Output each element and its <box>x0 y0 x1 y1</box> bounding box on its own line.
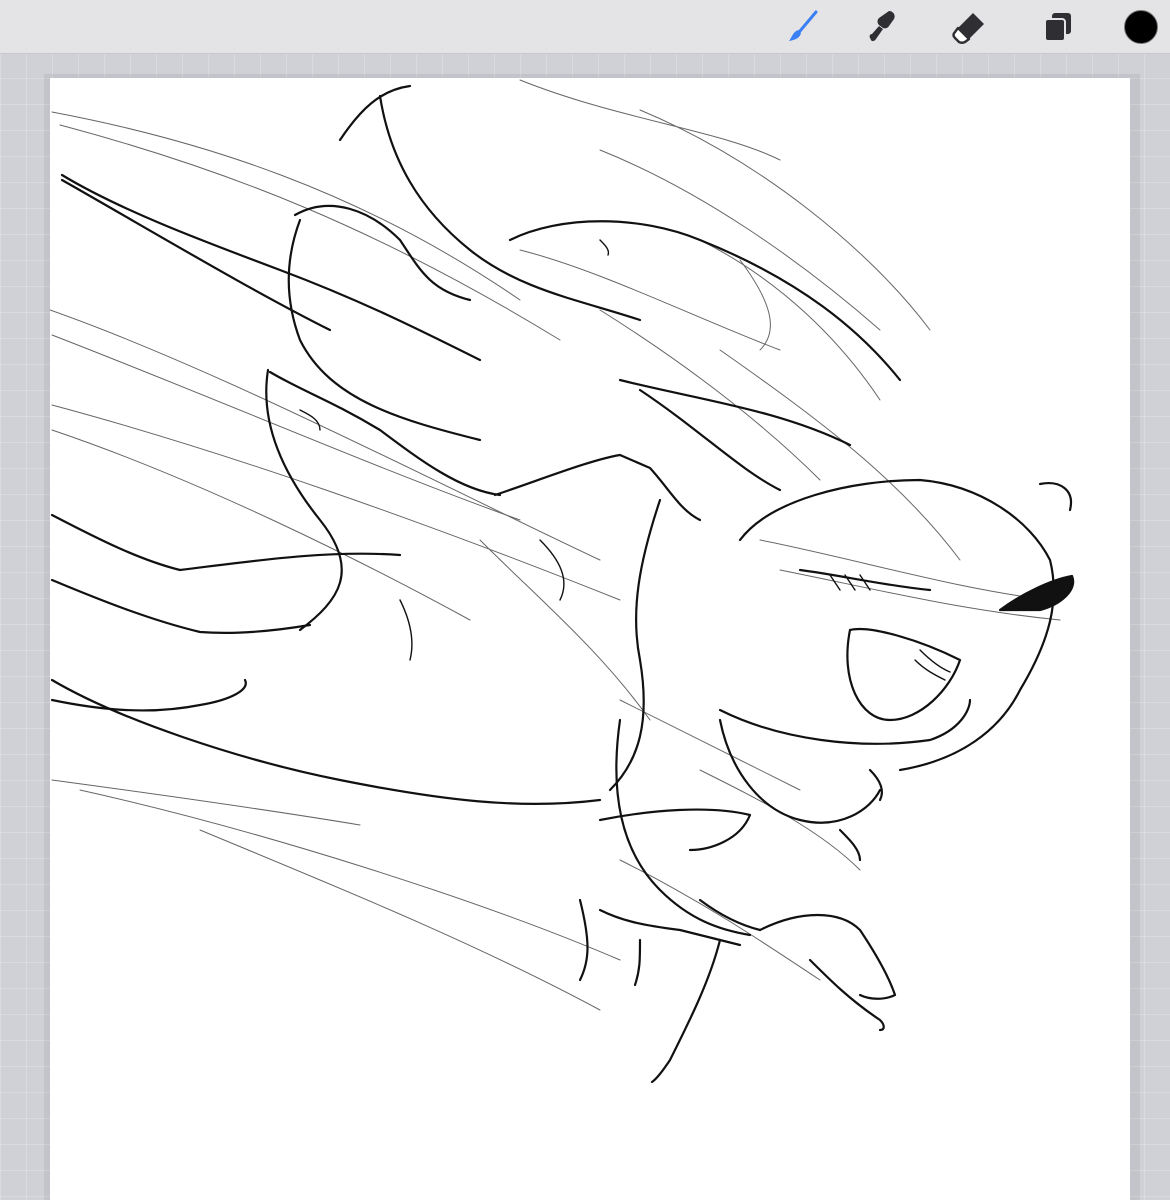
layers-tool-button[interactable] <box>1036 6 1078 48</box>
smudge-icon <box>869 11 895 42</box>
color-picker-button[interactable] <box>1120 6 1162 48</box>
eraser-tool-button[interactable] <box>948 6 990 48</box>
smudge-tool-button[interactable] <box>862 6 904 48</box>
sketch-drawing <box>50 79 1075 1084</box>
eraser-icon <box>952 13 984 44</box>
current-color-swatch <box>1124 10 1158 44</box>
layers-icon <box>1044 13 1071 42</box>
top-toolbar <box>0 0 1170 54</box>
brush-icon <box>789 10 818 41</box>
brush-tool-button[interactable] <box>782 6 824 48</box>
drawing-canvas[interactable] <box>50 78 1130 1200</box>
